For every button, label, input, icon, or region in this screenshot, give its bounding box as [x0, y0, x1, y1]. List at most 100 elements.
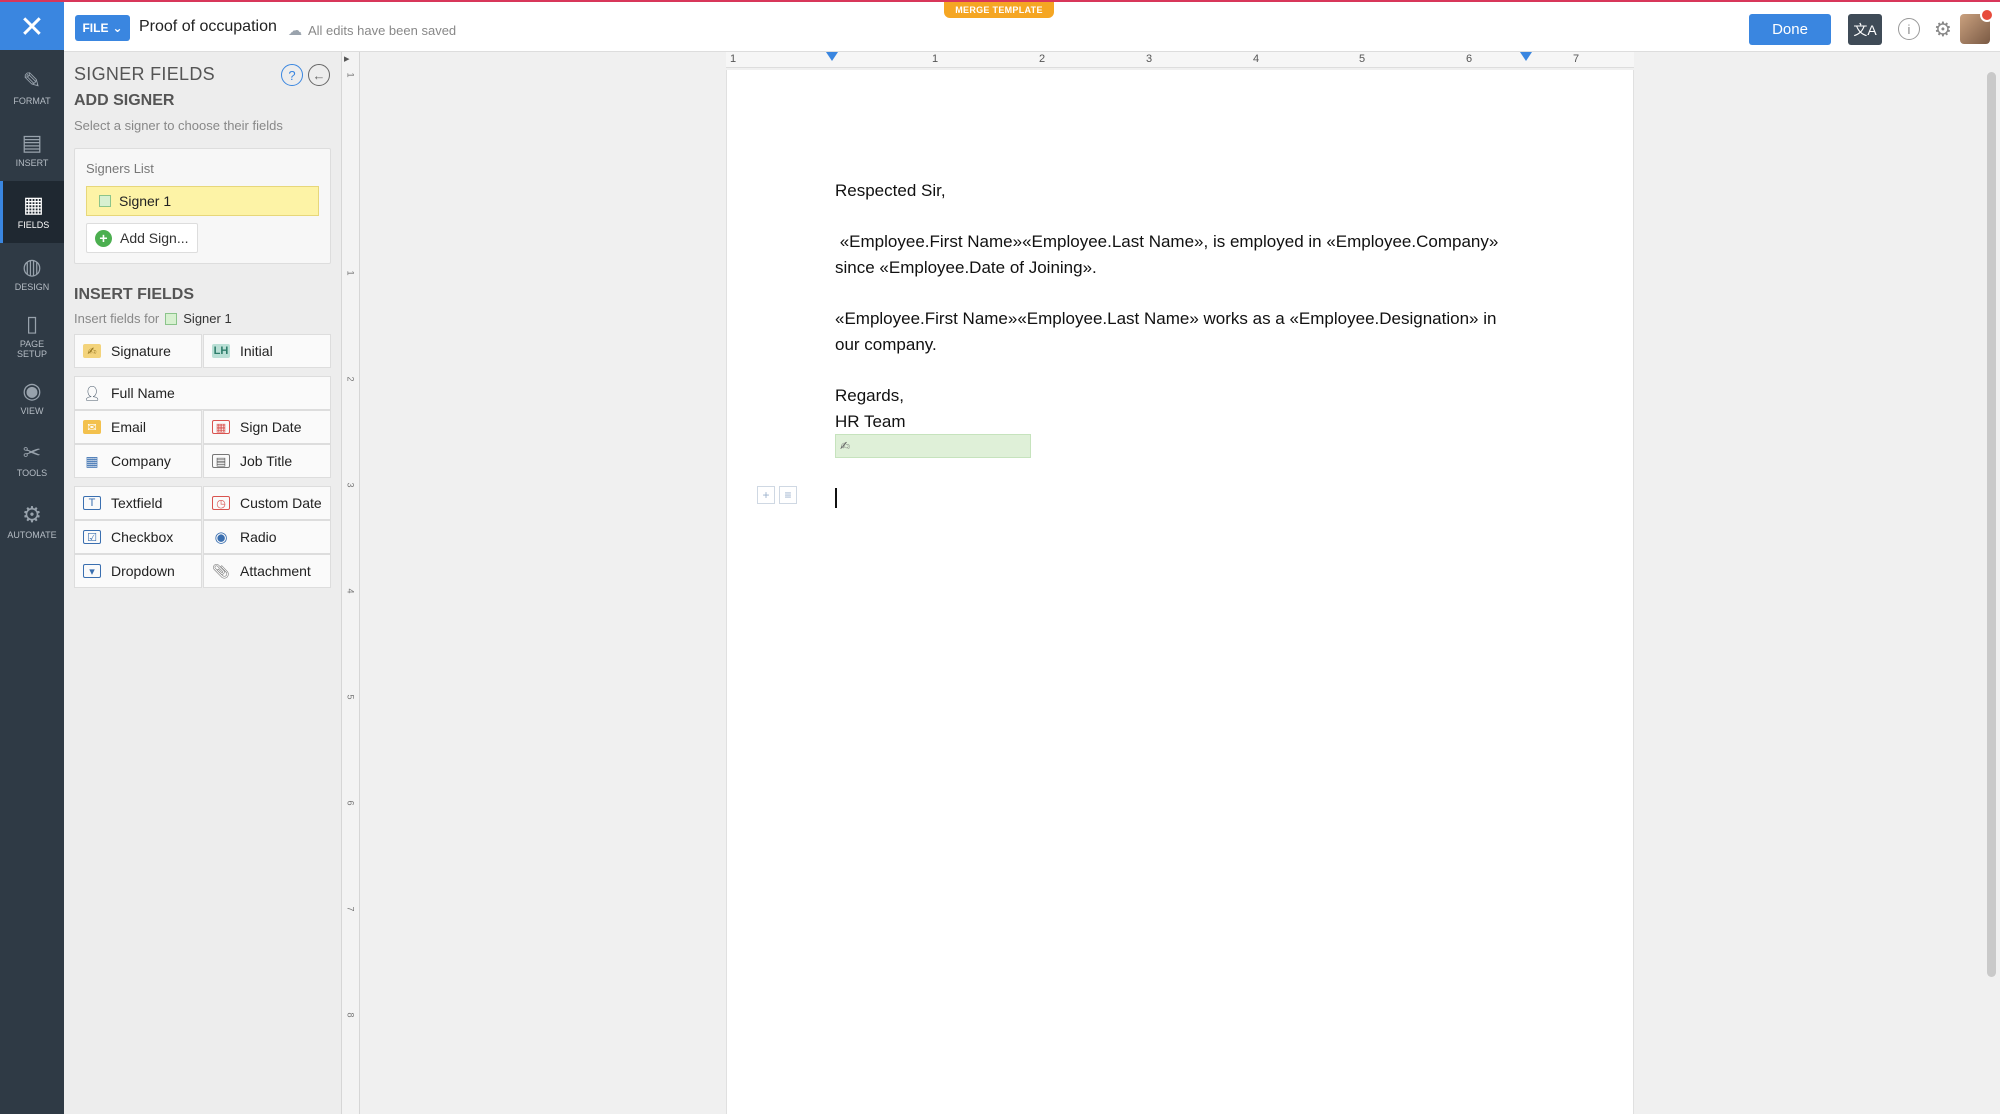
field-textfield[interactable]: T Textfield [74, 486, 202, 520]
field-sign-date[interactable]: ▦ Sign Date [203, 410, 331, 444]
signature-field-placeholder[interactable]: ✍ [835, 434, 1031, 458]
cloud-icon: ☁ [288, 22, 302, 38]
hruler-label: 2 [1039, 53, 1046, 65]
left-indent-marker[interactable] [826, 52, 838, 61]
paperclip-icon: 📎︎ [212, 562, 230, 579]
radio-icon: ◉ [214, 529, 228, 546]
right-indent-marker[interactable] [1520, 52, 1532, 61]
tools-icon: ✂ [22, 440, 42, 465]
vruler-label: 4 [345, 588, 356, 594]
page-setup-icon: ▯ [25, 311, 39, 336]
add-signer-heading: ADD SIGNER [74, 92, 175, 109]
ruler-toggle-icon[interactable]: ▸ [344, 52, 350, 65]
field-label: Checkbox [111, 529, 174, 545]
field-company[interactable]: ▦ Company [74, 444, 202, 478]
id-card-icon: ▤ [212, 454, 230, 468]
vruler-label: 6 [345, 800, 356, 806]
field-custom-date[interactable]: ◷ Custom Date [203, 486, 331, 520]
field-label: Full Name [111, 385, 175, 401]
field-checkbox[interactable]: ☑ Checkbox [74, 520, 202, 554]
plus-circle-icon: + [95, 229, 112, 247]
field-label: Textfield [111, 495, 163, 511]
add-signer-label: Add Sign... [120, 230, 189, 246]
doc-salutation: Respected Sir, [835, 181, 946, 200]
rail-label: FORMAT [13, 96, 51, 106]
rail-insert[interactable]: ▤ INSERT [0, 119, 64, 181]
signer-color-swatch [165, 312, 178, 325]
left-rail: ✎ FORMAT ▤ INSERT ▦ FIELDS ◍ DESIGN ▯ PA… [0, 50, 64, 1114]
document-title[interactable]: Proof of occupation [139, 18, 277, 36]
doc-paragraph-2-line-2: our company. [835, 335, 937, 354]
add-signer-button[interactable]: + Add Sign... [86, 223, 198, 253]
rail-label: AUTOMATE [7, 530, 57, 540]
rail-fields[interactable]: ▦ FIELDS [0, 181, 64, 243]
vruler-label: 1 [345, 72, 356, 78]
insert-for-label: Insert fields for [74, 311, 160, 326]
field-label: Radio [240, 529, 277, 545]
doc-paragraph-1-line-1: «Employee.First Name»«Employee.Last Name… [835, 232, 1499, 251]
notification-badge [1980, 8, 1994, 22]
rail-view[interactable]: ◉ VIEW [0, 367, 64, 429]
vertical-scrollbar[interactable] [1987, 72, 1996, 977]
rail-tools[interactable]: ✂ TOOLS [0, 429, 64, 491]
field-email[interactable]: ✉ Email [74, 410, 202, 444]
rail-label: INSERT [15, 158, 49, 168]
field-label: Sign Date [240, 419, 302, 435]
initial-icon: LH [212, 344, 230, 358]
hruler-label: 6 [1466, 53, 1473, 65]
signature-icon: ✍ [840, 439, 851, 453]
close-icon[interactable]: ✕ [0, 2, 64, 52]
field-full-name[interactable]: 👤︎ Full Name [74, 376, 331, 410]
field-label: Initial [240, 343, 273, 359]
done-button[interactable]: Done [1749, 14, 1831, 45]
translate-icon[interactable]: 文A [1848, 14, 1882, 45]
top-bar: ✕ FILE ⌄ Proof of occupation ☁ All edits… [0, 0, 2000, 52]
save-status: ☁ All edits have been saved [288, 22, 456, 39]
fields-icon: ▦ [23, 192, 44, 217]
calendar-icon: ▦ [212, 420, 230, 434]
rail-design[interactable]: ◍ DESIGN [0, 243, 64, 305]
field-radio[interactable]: ◉ Radio [203, 520, 331, 554]
doc-signoff: HR Team [835, 412, 906, 431]
paragraph-menu-icon[interactable]: ≡ [779, 486, 797, 504]
building-icon: ▦ [85, 452, 99, 469]
rail-label: DESIGN [14, 282, 50, 292]
rail-label: PAGE SETUP [16, 339, 47, 359]
settings-icon[interactable]: ⚙ [1932, 18, 1954, 41]
text-cursor [835, 488, 837, 508]
field-initial[interactable]: LH Initial [203, 334, 331, 368]
field-signature[interactable]: ✍ Signature [74, 334, 202, 368]
field-dropdown[interactable]: ▾ Dropdown [74, 554, 202, 588]
hruler-label: 1 [932, 53, 939, 65]
info-icon[interactable]: i [1898, 18, 1920, 40]
save-status-text: All edits have been saved [308, 23, 457, 38]
rail-page-setup[interactable]: ▯ PAGE SETUP [0, 305, 64, 367]
add-block-icon[interactable]: + [757, 486, 775, 504]
panel-title: SIGNER FIELDS [74, 64, 215, 84]
rail-format[interactable]: ✎ FORMAT [0, 57, 64, 119]
help-icon[interactable]: ? [281, 64, 303, 86]
doc-closing: Regards, [835, 386, 904, 405]
signer-name: Signer 1 [119, 193, 172, 209]
vruler-label: 5 [345, 694, 356, 700]
envelope-icon: ✉ [83, 420, 101, 434]
file-menu-button[interactable]: FILE ⌄ [75, 15, 130, 41]
rail-label: VIEW [20, 406, 44, 416]
palette-icon: ◍ [22, 254, 42, 279]
textfield-icon: T [83, 496, 101, 510]
document-page[interactable]: Respected Sir, «Employee.First Name»«Emp… [726, 70, 1634, 1114]
field-attachment[interactable]: 📎︎ Attachment [203, 554, 331, 588]
signer-item-1[interactable]: Signer 1 [86, 186, 319, 216]
doc-paragraph-2-line-1: «Employee.First Name»«Employee.Last Name… [835, 309, 1497, 328]
back-arrow-icon[interactable]: ← [308, 64, 330, 86]
field-label: Job Title [240, 453, 293, 469]
merge-template-badge: MERGE TEMPLATE [944, 2, 1054, 18]
hruler-label: 5 [1359, 53, 1366, 65]
hruler-label: 4 [1253, 53, 1260, 65]
field-label: Attachment [240, 563, 311, 579]
vruler-label: 3 [345, 482, 356, 488]
doc-paragraph-1-line-2: since «Employee.Date of Joining». [835, 258, 1097, 277]
field-job-title[interactable]: ▤ Job Title [203, 444, 331, 478]
rail-automate[interactable]: ⚙ AUTOMATE [0, 491, 64, 553]
signer-fields-panel: SIGNER FIELDS ? ← ADD SIGNER Select a si… [64, 52, 342, 1114]
